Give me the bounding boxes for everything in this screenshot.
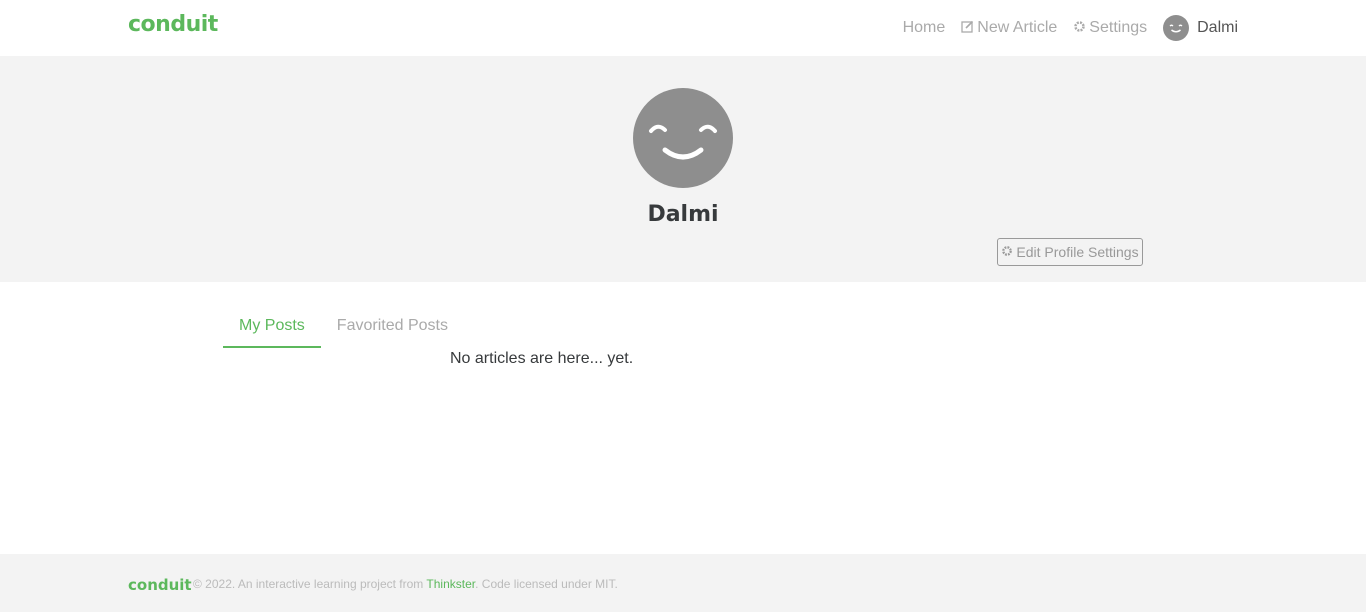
- article-tabs: My Posts Favorited Posts: [223, 306, 464, 348]
- nav-home-link[interactable]: Home: [903, 19, 946, 37]
- footer-suffix: . Code licensed under MIT.: [475, 577, 618, 591]
- tab-my-posts[interactable]: My Posts: [223, 306, 321, 348]
- profile-name: Dalmi: [647, 202, 719, 227]
- nav-username: Dalmi: [1197, 19, 1238, 36]
- avatar: [1163, 15, 1190, 41]
- nav-links: Home New Article Settings Dalmi: [887, 0, 1238, 56]
- nav-home-label: Home: [902, 19, 946, 36]
- nav-profile-link[interactable]: Dalmi: [1163, 15, 1238, 41]
- gear-icon: [1073, 20, 1086, 36]
- edit-profile-settings-button[interactable]: Edit Profile Settings: [997, 238, 1143, 266]
- footer-brand-logo[interactable]: conduit: [128, 576, 192, 594]
- profile-banner: Dalmi Edit Profile Settings: [0, 56, 1366, 282]
- compose-icon: [961, 20, 974, 36]
- thinkster-link[interactable]: Thinkster: [426, 577, 475, 591]
- edit-profile-label: Edit Profile Settings: [1016, 244, 1139, 260]
- footer: conduit © 2022. An interactive learning …: [0, 554, 1366, 612]
- tab-favorited-posts[interactable]: Favorited Posts: [321, 306, 464, 348]
- nav-settings-label: Settings: [1089, 19, 1148, 36]
- footer-attribution: © 2022. An interactive learning project …: [193, 577, 618, 591]
- top-navbar: conduit Home New Article Settings Dalmi: [0, 0, 1366, 56]
- footer-prefix: © 2022. An interactive learning project …: [193, 577, 427, 591]
- nav-settings-link[interactable]: Settings: [1073, 19, 1147, 37]
- brand-logo[interactable]: conduit: [128, 12, 218, 37]
- nav-new-article-label: New Article: [977, 19, 1058, 36]
- nav-new-article-link[interactable]: New Article: [961, 19, 1057, 37]
- gear-icon: [1001, 245, 1013, 260]
- empty-articles-message: No articles are here... yet.: [450, 350, 634, 367]
- profile-avatar: [633, 88, 733, 188]
